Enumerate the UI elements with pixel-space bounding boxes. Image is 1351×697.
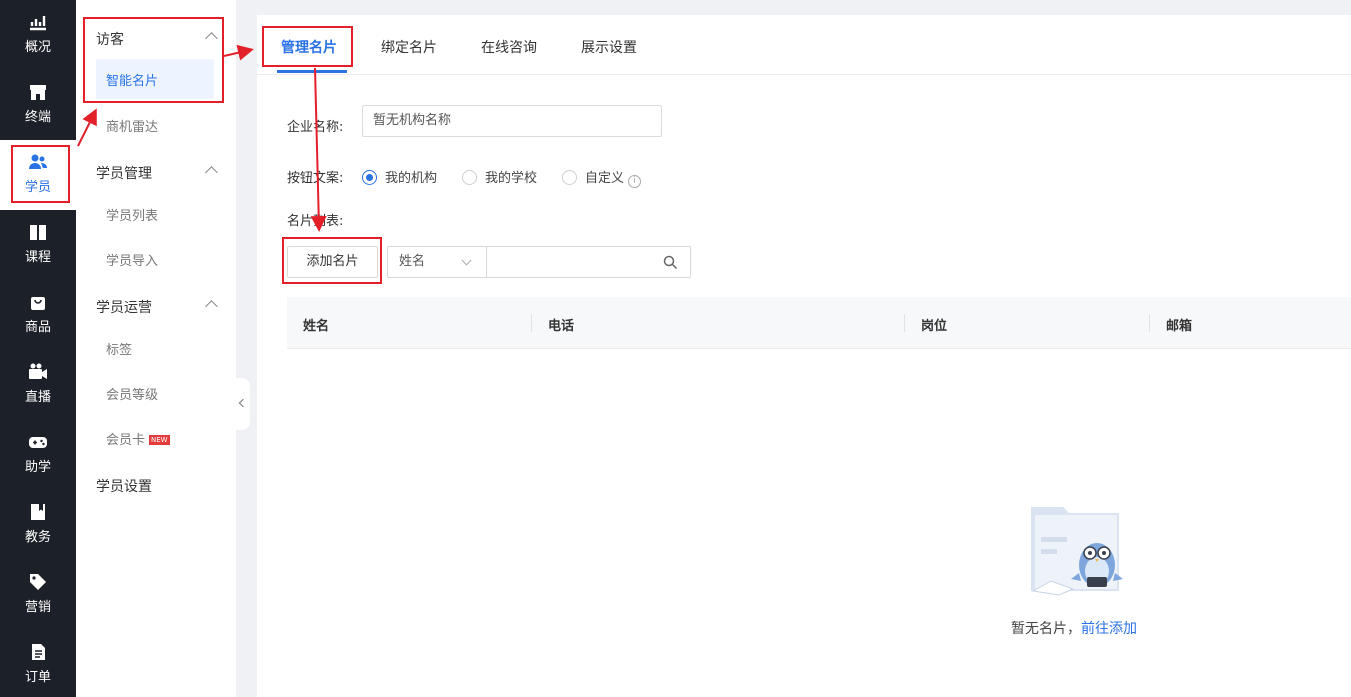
- rail-label: 教务: [24, 530, 51, 545]
- rail-label: 概况: [24, 40, 51, 55]
- app-window: 概况 终端 学员 课程 商品 直播 助学 教务 营销 订单 访客 智能名片 商机…: [0, 0, 1351, 697]
- radio-dot: [362, 170, 377, 185]
- subnav-item-member-level[interactable]: 会员等级: [106, 384, 158, 403]
- subnav-item-tags[interactable]: 标签: [106, 339, 132, 358]
- rail-item-live[interactable]: 直播: [0, 350, 76, 420]
- chevron-up-icon[interactable]: [205, 32, 218, 45]
- rail-item-academic[interactable]: 教务: [0, 490, 76, 560]
- radio-my-school[interactable]: 我的学校: [462, 167, 537, 186]
- subnav-item-student-list[interactable]: 学员列表: [106, 205, 158, 224]
- button-copy-label: 按钮文案:: [287, 171, 344, 186]
- subnav-label: 会员卡: [106, 433, 146, 448]
- notebook-icon: [31, 504, 45, 520]
- group-student-management[interactable]: 学员管理: [96, 163, 152, 183]
- column-divider: [531, 314, 532, 332]
- book-icon: [30, 225, 46, 240]
- rail-label: 商品: [24, 320, 51, 335]
- empty-owl-illustration: [1031, 507, 1123, 596]
- company-name-label: 企业名称:: [287, 120, 344, 135]
- radio-dot: [562, 170, 577, 185]
- active-tab-indicator: [277, 70, 347, 73]
- group-visitor[interactable]: 访客: [96, 29, 124, 49]
- subnav-label: 智能名片: [106, 74, 159, 89]
- column-position: 岗位: [921, 319, 948, 334]
- gamepad-icon: [29, 437, 47, 448]
- chevron-up-icon[interactable]: [205, 166, 218, 179]
- users-icon: [29, 154, 47, 169]
- search-icon[interactable]: [663, 255, 678, 270]
- camera-icon: [29, 363, 47, 379]
- rail-item-students[interactable]: 学员: [0, 140, 76, 210]
- radio-my-institution[interactable]: 我的机构: [362, 167, 437, 186]
- chevron-down-icon: [461, 255, 472, 266]
- rail-item-goods[interactable]: 商品: [0, 280, 76, 350]
- subnav-item-opportunity-radar[interactable]: 商机雷达: [106, 116, 158, 135]
- rail-label: 助学: [24, 460, 51, 475]
- search-input[interactable]: [486, 246, 691, 278]
- empty-state-text: 暂无名片，前往添加: [1011, 618, 1137, 638]
- store-icon: [30, 85, 46, 100]
- rail-item-marketing[interactable]: 营销: [0, 560, 76, 630]
- subnav-item-student-import[interactable]: 学员导入: [106, 250, 158, 269]
- tag-icon: [30, 574, 46, 590]
- rail-label: 课程: [24, 250, 51, 265]
- tab-online-consult[interactable]: 在线咨询: [481, 37, 537, 57]
- new-badge: NEW: [149, 435, 170, 445]
- radio-label: 我的学校: [485, 171, 538, 186]
- group-student-settings[interactable]: 学员设置: [96, 476, 152, 496]
- company-name-input[interactable]: 暂无机构名称: [362, 105, 662, 137]
- group-student-operations[interactable]: 学员运营: [96, 297, 152, 317]
- column-phone: 电话: [548, 319, 575, 334]
- column-email: 邮箱: [1166, 319, 1193, 334]
- column-name: 姓名: [303, 319, 330, 334]
- rail-item-course[interactable]: 课程: [0, 210, 76, 280]
- tab-bar: 管理名片 绑定名片 在线咨询 展示设置: [257, 15, 1351, 75]
- rail-label: 直播: [24, 390, 51, 405]
- main-panel: 管理名片 绑定名片 在线咨询 展示设置 企业名称: 暂无机构名称 按钮文案: 我…: [257, 15, 1351, 697]
- add-card-button[interactable]: 添加名片: [287, 246, 378, 278]
- tab-manage-cards[interactable]: 管理名片: [281, 37, 337, 57]
- document-icon: [32, 644, 45, 660]
- select-value: 姓名: [399, 254, 426, 269]
- chart-icon: [30, 16, 46, 31]
- subnav-item-member-card[interactable]: 会员卡 NEW: [106, 429, 170, 448]
- empty-message: 暂无名片，: [1011, 621, 1081, 637]
- tab-display-settings[interactable]: 展示设置: [581, 37, 637, 57]
- bag-icon: [31, 297, 45, 310]
- rail-item-assist[interactable]: 助学: [0, 420, 76, 490]
- info-icon[interactable]: i: [628, 175, 642, 188]
- card-list-label: 名片列表:: [287, 214, 344, 229]
- main-rail: 概况 终端 学员 课程 商品 直播 助学 教务 营销 订单: [0, 0, 76, 697]
- radio-dot: [462, 170, 477, 185]
- chevron-up-icon[interactable]: [205, 300, 218, 313]
- radio-custom[interactable]: 自定义 i: [562, 167, 642, 188]
- tab-bind-cards[interactable]: 绑定名片: [381, 37, 437, 57]
- rail-item-overview[interactable]: 概况: [0, 0, 76, 70]
- rail-label: 学员: [24, 180, 51, 195]
- column-divider: [904, 314, 905, 332]
- rail-label: 营销: [24, 600, 51, 615]
- rail-item-terminal[interactable]: 终端: [0, 70, 76, 140]
- table-header: 姓名 电话 岗位 邮箱: [287, 297, 1351, 349]
- column-divider: [1149, 314, 1150, 332]
- rail-label: 终端: [24, 110, 51, 125]
- subnav-item-smart-card[interactable]: 智能名片: [96, 59, 214, 99]
- rail-item-orders[interactable]: 订单: [0, 630, 76, 697]
- radio-label: 我的机构: [385, 171, 438, 186]
- go-add-link[interactable]: 前往添加: [1081, 621, 1137, 637]
- collapse-sidebar-button[interactable]: [236, 378, 250, 430]
- secondary-nav: 访客 智能名片 商机雷达 学员管理 学员列表 学员导入 学员运营 标签 会员等级…: [76, 0, 236, 697]
- search-field-select[interactable]: 姓名: [387, 246, 487, 278]
- rail-label: 订单: [24, 670, 51, 685]
- radio-label: 自定义: [585, 171, 625, 186]
